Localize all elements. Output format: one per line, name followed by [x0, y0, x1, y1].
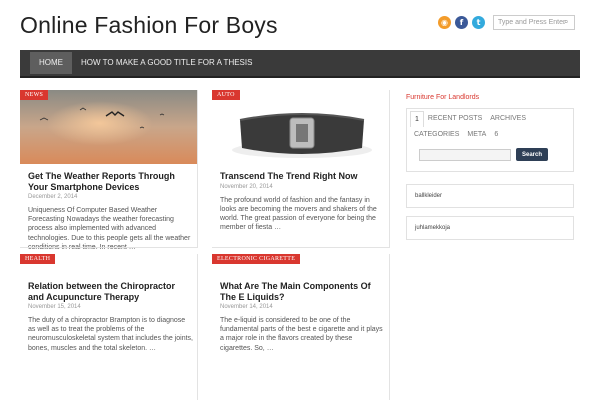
tab-6[interactable]: 6 — [490, 127, 502, 142]
widget-link[interactable]: juhlamekkoja — [415, 225, 450, 231]
header-search-input[interactable]: Type and Press Enter — [493, 15, 575, 30]
rss-icon[interactable]: ◉ — [438, 16, 451, 29]
widget-link[interactable]: ballkleider — [415, 193, 442, 199]
nav-item-thesis[interactable]: HOW TO MAKE A GOOD TITLE FOR A THESIS — [72, 52, 261, 74]
search-icon[interactable]: ⌕ — [564, 17, 568, 27]
card-border — [212, 90, 390, 248]
tab-meta[interactable]: META — [463, 127, 490, 142]
post-title[interactable]: Relation between the Chiropractor and Ac… — [28, 281, 193, 302]
twitter-icon[interactable]: t — [472, 16, 485, 29]
site-title[interactable]: Online Fashion For Boys — [20, 12, 278, 39]
post-date: November 15, 2014 — [28, 304, 81, 310]
tab-categories[interactable]: CATEGORIES — [410, 127, 463, 142]
sidebar-search-input[interactable] — [419, 149, 511, 161]
post-card: Health Relation between the Chiropractor… — [20, 254, 197, 400]
facebook-icon[interactable]: f — [455, 16, 468, 29]
post-title[interactable]: What Are The Main Components Of The E Li… — [220, 281, 385, 302]
category-badge[interactable]: Health — [20, 254, 56, 264]
sidebar-widget: juhlamekkoja — [406, 216, 574, 240]
post-card: Electronic Cigarette What Are The Main C… — [212, 254, 389, 400]
main-nav: HOME HOW TO MAKE A GOOD TITLE FOR A THES… — [20, 50, 580, 78]
sidebar-link[interactable]: Furniture For Landlords — [406, 94, 479, 101]
nav-item-home[interactable]: HOME — [30, 52, 72, 74]
tab-recent-posts[interactable]: RECENT POSTS — [424, 111, 486, 127]
tab-archives[interactable]: ARCHIVES — [486, 111, 530, 127]
sidebar-widget: ballkleider — [406, 184, 574, 208]
social-links: ◉ f t — [438, 16, 485, 29]
sidebar-tabs-widget: 1 RECENT POSTS ARCHIVES CATEGORIES META … — [406, 108, 574, 172]
card-border — [20, 90, 198, 248]
post-date: November 14, 2014 — [220, 304, 273, 310]
post-excerpt: The duty of a chiropractor Brampton is t… — [28, 317, 193, 352]
post-excerpt: The e-liquid is considered to be one of … — [220, 317, 383, 352]
category-badge[interactable]: Electronic Cigarette — [212, 254, 301, 264]
sidebar-search-button[interactable]: Search — [516, 148, 548, 161]
tab-1[interactable]: 1 — [410, 111, 424, 127]
